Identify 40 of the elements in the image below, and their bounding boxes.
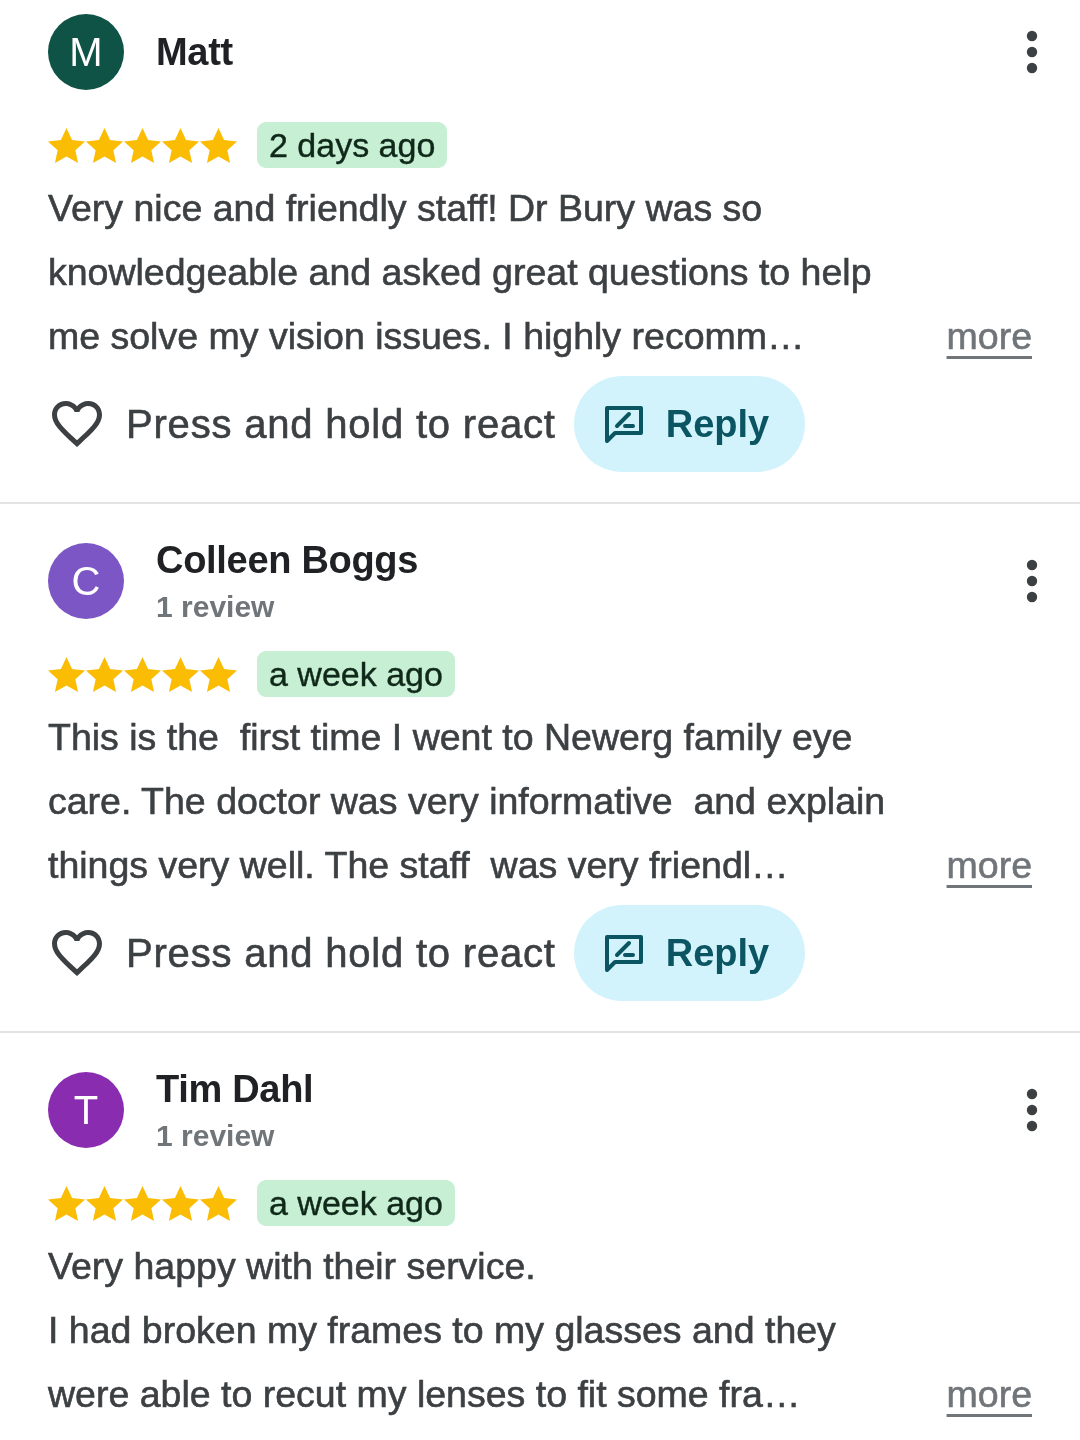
review-time: 2 days ago	[257, 122, 448, 168]
star-icon	[86, 1185, 123, 1221]
star-icon	[162, 1185, 199, 1221]
star-icon	[162, 127, 199, 163]
react-button[interactable]: Press and hold to react	[52, 401, 556, 447]
review-text: Very happy with their service. I had broken my frames to my glasses and they were able to recut my lenses to fit some fra…	[48, 1244, 837, 1417]
star-icon	[124, 1185, 161, 1221]
review-count: 1 review	[156, 1118, 275, 1154]
reply-icon	[603, 934, 644, 972]
star-icon	[48, 127, 85, 163]
more-link[interactable]: more	[946, 833, 1032, 897]
avatar: T	[48, 1072, 124, 1148]
reviewer-name: Colleen Boggs	[156, 538, 419, 583]
reviewer-name: Tim Dahl	[156, 1067, 314, 1112]
star-icon	[86, 127, 123, 163]
reply-icon	[603, 405, 644, 443]
reply-button[interactable]: Reply	[573, 905, 806, 1001]
heart-icon	[52, 401, 102, 447]
star-icon	[48, 656, 85, 692]
reply-button[interactable]: Reply	[573, 376, 806, 472]
review-time: a week ago	[257, 651, 455, 697]
reviewer-name: Matt	[156, 30, 233, 75]
more-link[interactable]: more	[946, 1362, 1032, 1426]
review-time: a week ago	[257, 1180, 455, 1226]
star-icon	[200, 1185, 237, 1221]
star-icon	[200, 127, 237, 163]
avatar: C	[48, 543, 124, 619]
star-icon	[48, 1185, 85, 1221]
star-icon	[86, 656, 123, 692]
star-icon	[124, 127, 161, 163]
avatar: M	[48, 14, 124, 90]
react-button[interactable]: Press and hold to react	[52, 930, 556, 976]
heart-icon	[52, 930, 102, 976]
star-icon	[200, 656, 237, 692]
star-icon	[162, 656, 199, 692]
review-text: Very nice and friendly staff! Dr Bury was so knowledgeable and asked great questions to help me solve my vision issues. I highly recomm…	[48, 186, 873, 359]
review-text: This is the first time I went to Newerg family eye care. The doctor was very informative and explain things very well. The staff was very friendl…	[48, 715, 887, 888]
star-icon	[124, 656, 161, 692]
more-link[interactable]: more	[946, 304, 1032, 368]
review-count: 1 review	[156, 589, 275, 625]
